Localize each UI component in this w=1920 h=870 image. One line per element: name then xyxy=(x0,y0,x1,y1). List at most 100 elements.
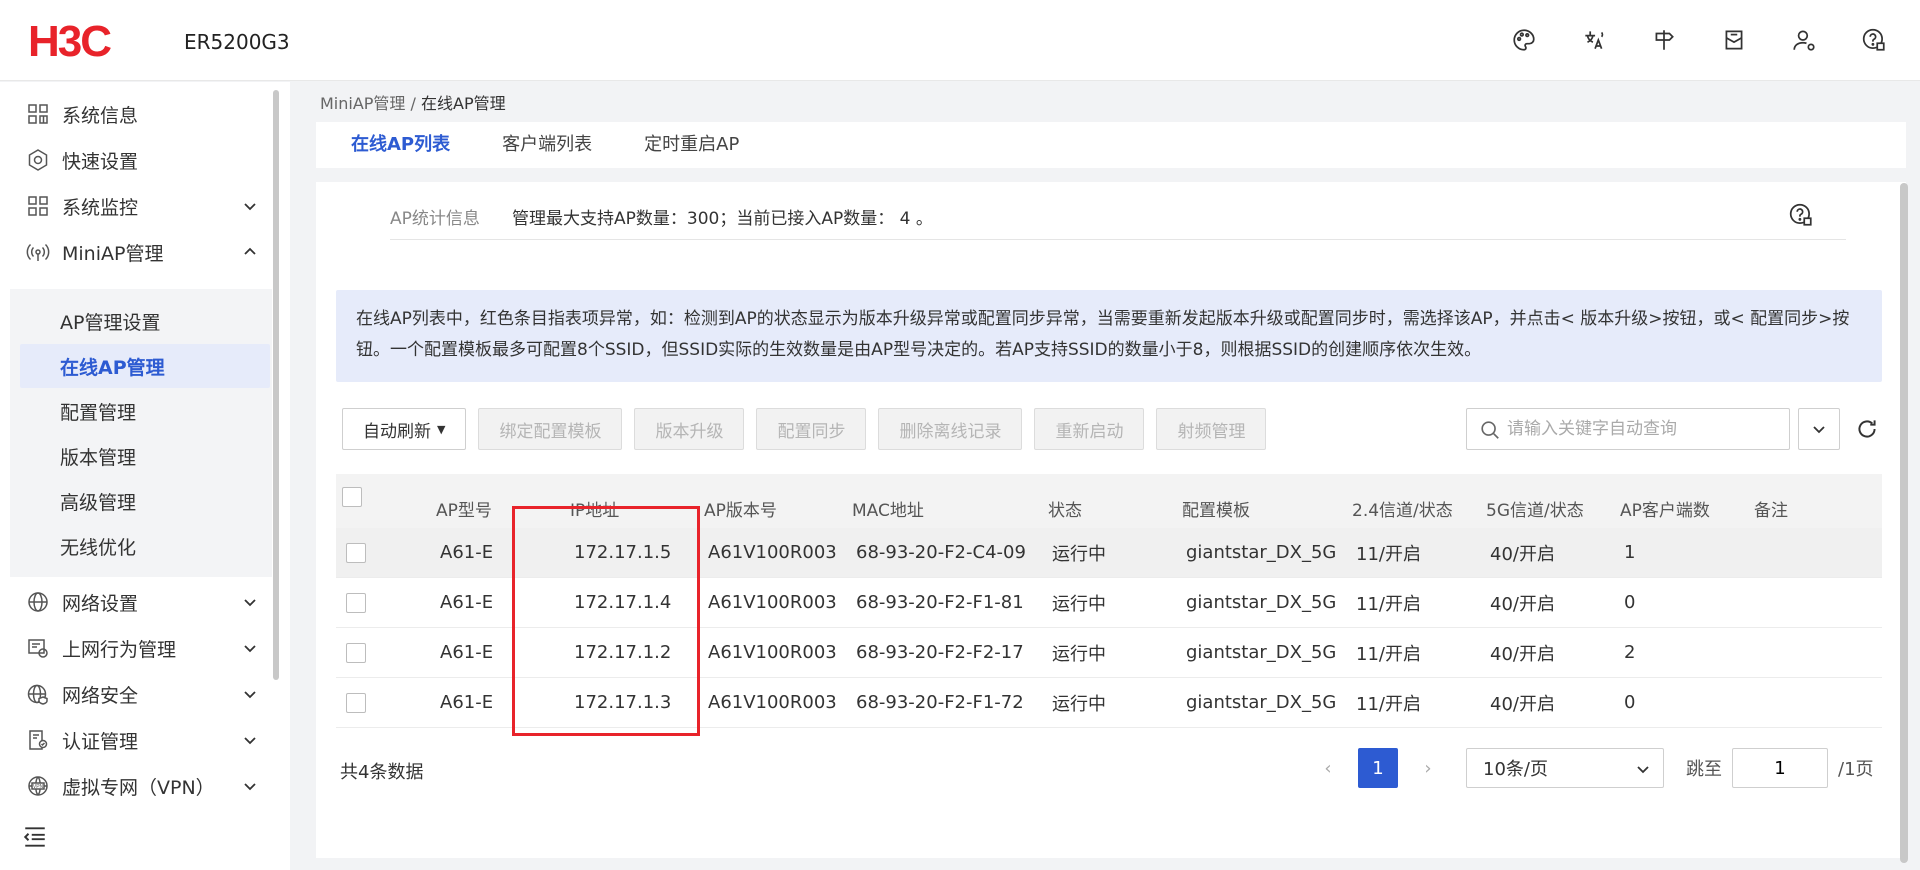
col-header[interactable]: MAC地址 xyxy=(852,474,924,528)
total-count: 共4条数据 xyxy=(340,762,424,783)
breadcrumb-parent[interactable]: MiniAP管理 / xyxy=(320,94,421,113)
upgrade-button[interactable]: 版本升级 xyxy=(634,408,745,450)
table-row[interactable]: A61-E 172.17.1.3 A61V100R003 68-93-20-F2… xyxy=(336,678,1882,728)
vpn-icon: VPN xyxy=(26,774,50,798)
message-box-icon[interactable] xyxy=(1720,26,1748,54)
goto-page-input[interactable] xyxy=(1732,748,1828,788)
chevron-down-icon xyxy=(244,599,256,607)
sidebar-scrollbar[interactable] xyxy=(273,90,279,680)
wifi-ap-icon xyxy=(26,240,50,264)
top-header: H3C ER5200G3 xyxy=(0,0,1920,81)
col-header[interactable]: 2.4信道/状态 xyxy=(1352,474,1453,528)
svg-text:H3C: H3C xyxy=(28,22,111,60)
row-checkbox[interactable] xyxy=(346,693,366,713)
svg-text:VPN: VPN xyxy=(33,784,44,790)
chevron-down-icon xyxy=(244,645,256,653)
help-icon[interactable] xyxy=(1788,202,1814,228)
col-header[interactable]: AP版本号 xyxy=(704,474,777,528)
behavior-icon xyxy=(26,636,50,660)
row-checkbox[interactable] xyxy=(346,643,366,663)
collapse-sidebar-icon[interactable] xyxy=(22,824,48,850)
col-header[interactable]: 备注 xyxy=(1754,474,1788,528)
user-account-icon[interactable] xyxy=(1790,26,1818,54)
ap-table: AP型号 IP地址 AP版本号 MAC地址 状态 配置模板 2.4信道/状态 5… xyxy=(336,474,1882,728)
sidebar-item-auth[interactable]: 认证管理 xyxy=(0,718,268,762)
sidebar-item-behavior[interactable]: 上网行为管理 xyxy=(0,626,268,670)
caret-down-icon: ▼ xyxy=(437,422,446,436)
cell-5g: 40/开启 xyxy=(1490,693,1555,715)
theme-palette-icon[interactable] xyxy=(1510,26,1538,54)
restart-button[interactable]: 重新启动 xyxy=(1034,408,1145,450)
radio-manage-button[interactable]: 射频管理 xyxy=(1156,408,1267,450)
submenu-item-online-ap[interactable]: 在线AP管理 xyxy=(20,344,270,388)
cell-ip: 172.17.1.4 xyxy=(574,592,672,613)
cell-ip: 172.17.1.2 xyxy=(574,642,672,663)
filter-dropdown-button[interactable] xyxy=(1798,408,1840,450)
submenu-item-wireless-opt[interactable]: 无线优化 xyxy=(20,524,270,568)
sidebar-item-label: 上网行为管理 xyxy=(62,638,177,661)
table-row[interactable]: A61-E 172.17.1.5 A61V100R003 68-93-20-F2… xyxy=(336,528,1882,578)
table-header: AP型号 IP地址 AP版本号 MAC地址 状态 配置模板 2.4信道/状态 5… xyxy=(336,474,1882,528)
stats-value: 管理最大支持AP数量：300；当前已接入AP数量： 4 。 xyxy=(512,209,933,229)
cell-ap-model: A61-E xyxy=(440,542,494,563)
sidebar-item-miniap[interactable]: MiniAP管理 xyxy=(0,230,268,274)
cell-template: giantstar_DX_5G xyxy=(1186,692,1337,713)
submenu-item-advanced[interactable]: 高级管理 xyxy=(20,479,270,523)
bind-template-button[interactable]: 绑定配置模板 xyxy=(478,408,623,450)
table-row[interactable]: A61-E 172.17.1.2 A61V100R003 68-93-20-F2… xyxy=(336,628,1882,678)
page-1-button[interactable]: 1 xyxy=(1358,748,1398,788)
total-pages: /1页 xyxy=(1838,759,1874,780)
sidebar-item-network-security[interactable]: 网络安全 xyxy=(0,672,268,716)
sidebar-item-system-monitor[interactable]: 系统监控 xyxy=(0,184,268,228)
cell-version: A61V100R003 xyxy=(708,542,837,563)
row-checkbox[interactable] xyxy=(346,593,366,613)
prev-page-button[interactable]: ‹ xyxy=(1316,748,1340,788)
tab-client-list[interactable]: 客户端列表 xyxy=(476,122,618,168)
help-icon[interactable] xyxy=(1860,26,1888,54)
chevron-down-icon xyxy=(1637,766,1649,774)
tab-bar: 在线AP列表 客户端列表 定时重启AP xyxy=(316,122,1906,168)
sync-config-button[interactable]: 配置同步 xyxy=(756,408,867,450)
signpost-guide-icon[interactable] xyxy=(1650,26,1678,54)
col-header[interactable]: 状态 xyxy=(1048,474,1082,528)
col-header[interactable]: IP地址 xyxy=(570,474,619,528)
monitor-grid-icon xyxy=(26,194,50,218)
ap-stats: AP统计信息 管理最大支持AP数量：300；当前已接入AP数量： 4 。 xyxy=(390,200,1846,240)
submenu-item-config[interactable]: 配置管理 xyxy=(20,389,270,433)
search-input[interactable] xyxy=(1507,409,1777,449)
col-header[interactable]: 5G信道/状态 xyxy=(1486,474,1584,528)
sidebar-item-network-settings[interactable]: 网络设置 xyxy=(0,580,268,624)
main-scrollbar[interactable] xyxy=(1900,183,1908,863)
submenu-item-version[interactable]: 版本管理 xyxy=(20,434,270,478)
cell-template: giantstar_DX_5G xyxy=(1186,642,1337,663)
submenu-item-ap-settings[interactable]: AP管理设置 xyxy=(20,299,270,343)
col-header[interactable]: 配置模板 xyxy=(1182,474,1250,528)
select-all-checkbox[interactable] xyxy=(342,487,362,507)
row-checkbox[interactable] xyxy=(346,543,366,563)
sidebar-item-quick-setup[interactable]: 快速设置 xyxy=(0,138,268,182)
gear-icon xyxy=(26,148,50,172)
tab-online-ap-list[interactable]: 在线AP列表 xyxy=(316,122,476,168)
cell-clients: 0 xyxy=(1624,692,1636,713)
language-switch-icon[interactable] xyxy=(1580,26,1608,54)
sidebar-item-vpn[interactable]: VPN 虚拟专网（VPN） xyxy=(0,764,268,808)
col-header[interactable]: AP客户端数 xyxy=(1620,474,1710,528)
page-size-select[interactable]: 10条/页 xyxy=(1466,748,1664,788)
next-page-button[interactable]: › xyxy=(1416,748,1440,788)
sidebar-item-label: 系统信息 xyxy=(62,104,139,127)
delete-offline-button[interactable]: 删除离线记录 xyxy=(878,408,1023,450)
table-row[interactable]: A61-E 172.17.1.4 A61V100R003 68-93-20-F2… xyxy=(336,578,1882,628)
chevron-down-icon xyxy=(1813,426,1825,434)
cell-template: giantstar_DX_5G xyxy=(1186,592,1337,613)
cell-24g: 11/开启 xyxy=(1356,693,1421,715)
col-header[interactable]: AP型号 xyxy=(436,474,492,528)
auto-refresh-button[interactable]: 自动刷新 ▼ xyxy=(342,408,467,450)
cell-24g: 11/开启 xyxy=(1356,543,1421,565)
sidebar-item-system-info[interactable]: 系统信息 xyxy=(0,92,268,136)
sidebar-item-label: 网络设置 xyxy=(62,592,139,615)
tab-scheduled-restart[interactable]: 定时重启AP xyxy=(618,122,765,168)
breadcrumb-current: 在线AP管理 xyxy=(421,94,506,113)
sidebar: 系统信息 快速设置 系统监控 MiniAP管理 AP管理设置 在线AP管理 配置… xyxy=(0,82,290,870)
refresh-icon[interactable] xyxy=(1854,416,1880,442)
cell-5g: 40/开启 xyxy=(1490,543,1555,565)
